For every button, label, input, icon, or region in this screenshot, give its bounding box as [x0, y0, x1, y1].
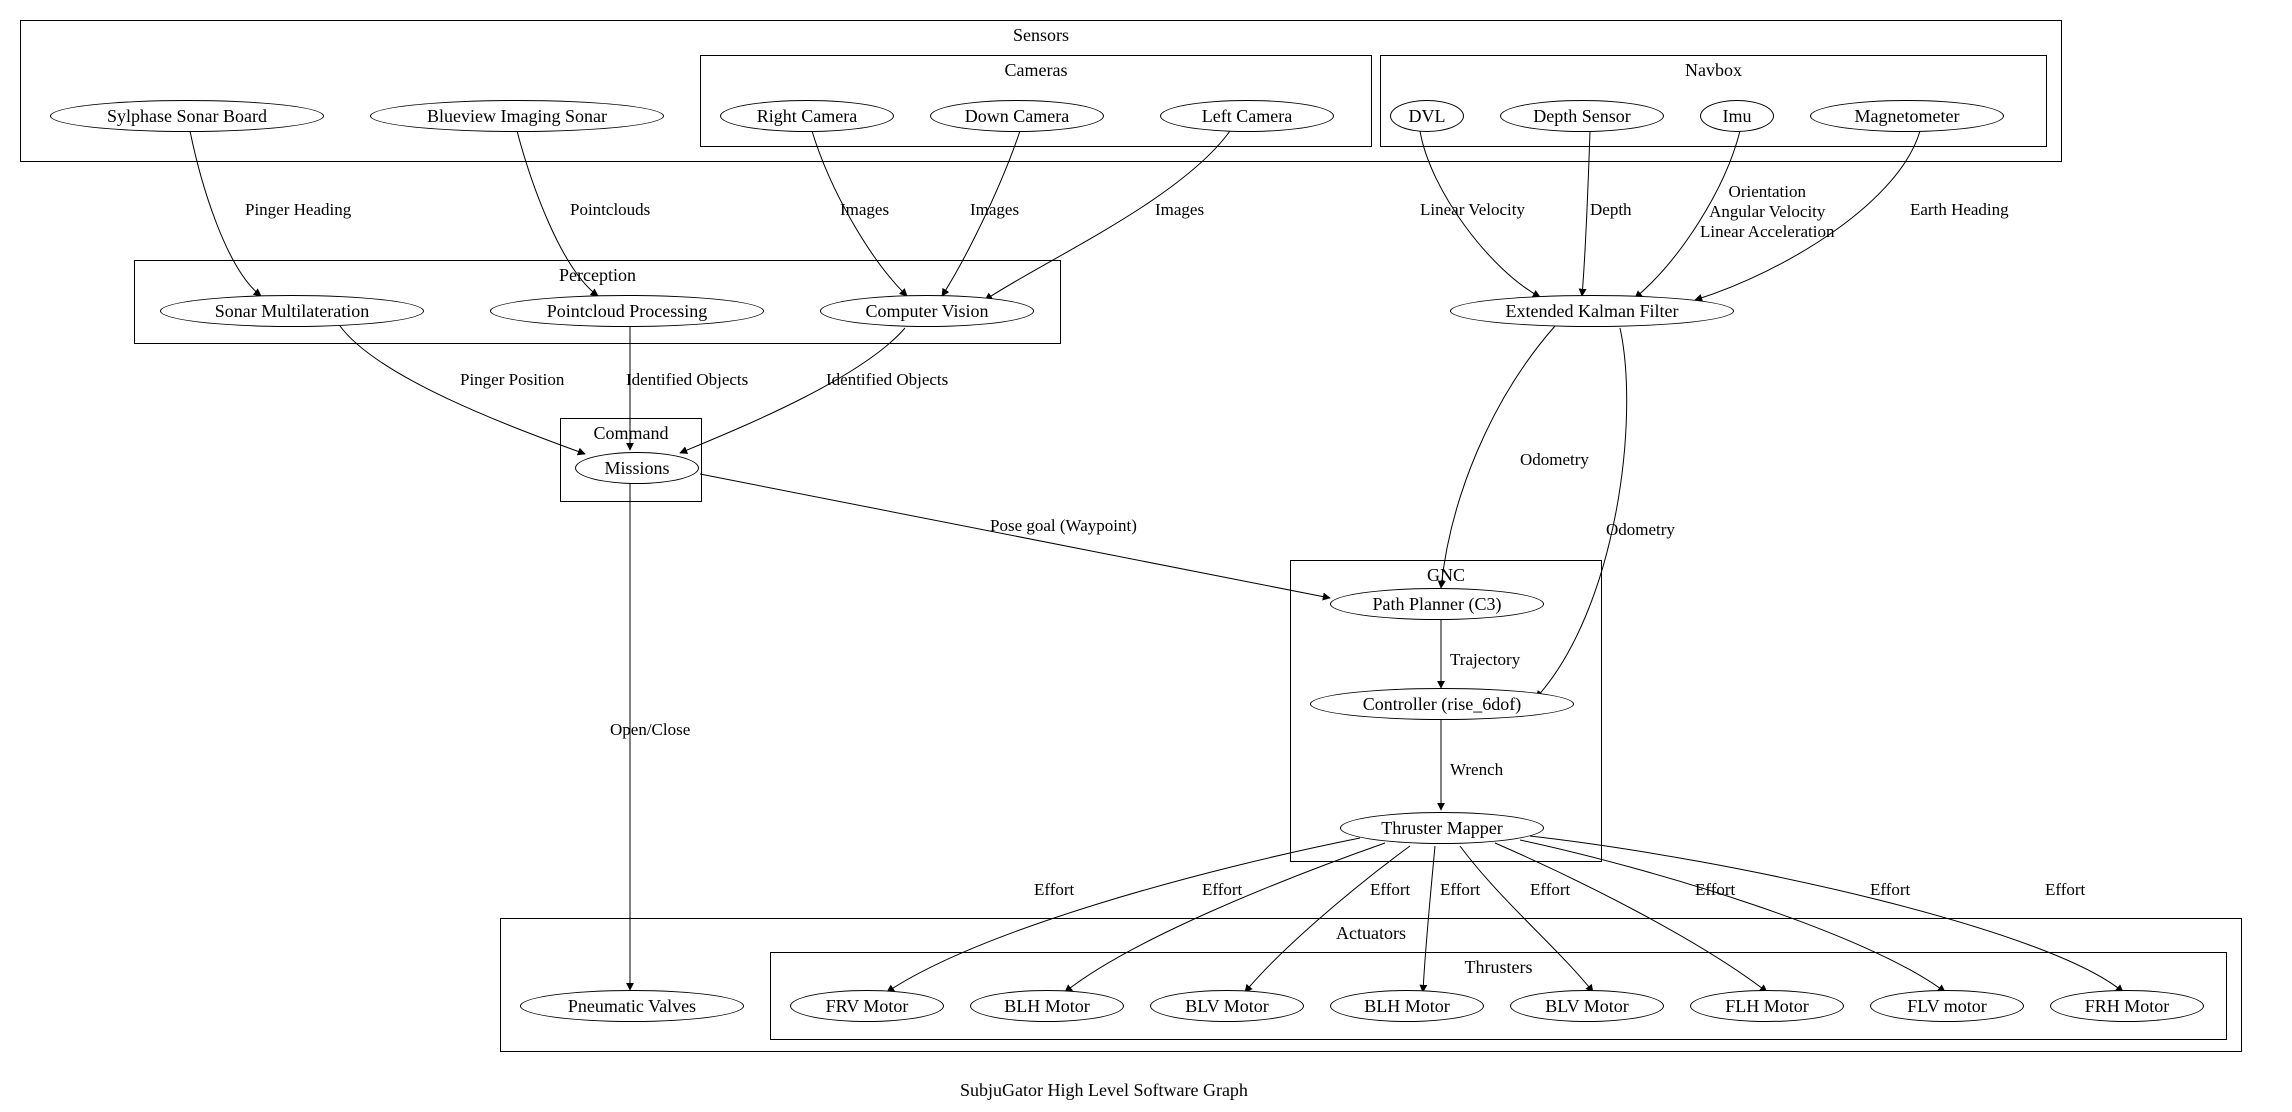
- node-th0: FRV Motor: [790, 990, 944, 1022]
- edge-label-odom1: Odometry: [1520, 450, 1589, 470]
- node-pvalves: Pneumatic Valves: [520, 990, 744, 1022]
- cluster-navbox-label: Navbox: [1685, 60, 1742, 81]
- node-missions: Missions: [575, 452, 699, 484]
- node-lcam: Left Camera: [1160, 100, 1334, 132]
- node-dvl: DVL: [1390, 100, 1464, 132]
- edge-label-ident2: Identified Objects: [826, 370, 948, 390]
- edge-label-images3: Images: [1155, 200, 1204, 220]
- node-th6: FLV motor: [1870, 990, 2024, 1022]
- edge-label-eff4: Effort: [1530, 880, 1570, 900]
- edge-label-imu: Orientation Angular Velocity Linear Acce…: [1700, 182, 1835, 242]
- cluster-gnc-label: GNC: [1427, 565, 1465, 586]
- edge-label-images1: Images: [840, 200, 889, 220]
- edge-label-posegoal: Pose goal (Waypoint): [990, 516, 1137, 536]
- edge-label-eff1: Effort: [1202, 880, 1242, 900]
- edge-missions-pp: [700, 474, 1330, 598]
- edge-cv-missions: [680, 328, 905, 453]
- cluster-cameras-label: Cameras: [1005, 60, 1068, 81]
- diagram-root: Sensors Cameras Navbox Perception Comman…: [0, 0, 2292, 1112]
- node-pcproc: Pointcloud Processing: [490, 295, 764, 327]
- edge-label-linvel: Linear Velocity: [1420, 200, 1525, 220]
- edge-label-traj: Trajectory: [1450, 650, 1520, 670]
- edge-label-wrench: Wrench: [1450, 760, 1503, 780]
- edge-sonarml-missions: [340, 326, 585, 454]
- edge-label-eff0: Effort: [1034, 880, 1074, 900]
- edge-label-eff5: Effort: [1695, 880, 1735, 900]
- node-th3: BLH Motor: [1330, 990, 1484, 1022]
- node-imu: Imu: [1700, 100, 1774, 132]
- node-rcam: Right Camera: [720, 100, 894, 132]
- edge-label-eff7: Effort: [2045, 880, 2085, 900]
- edge-label-eff2: Effort: [1370, 880, 1410, 900]
- diagram-caption: SubjuGator High Level Software Graph: [960, 1080, 1248, 1101]
- node-ctrl: Controller (rise_6dof): [1310, 688, 1574, 720]
- node-sylphase: Sylphase Sonar Board: [50, 100, 324, 132]
- node-cv: Computer Vision: [820, 295, 1034, 327]
- edge-label-odom2: Odometry: [1606, 520, 1675, 540]
- edge-label-pinger-pos: Pinger Position: [460, 370, 564, 390]
- node-depth: Depth Sensor: [1500, 100, 1664, 132]
- edge-label-pointclouds: Pointclouds: [570, 200, 650, 220]
- node-blueview: Blueview Imaging Sonar: [370, 100, 664, 132]
- node-sonarml: Sonar Multilateration: [160, 295, 424, 327]
- node-ekf: Extended Kalman Filter: [1450, 295, 1734, 327]
- edge-label-ident1: Identified Objects: [626, 370, 748, 390]
- node-mag: Magnetometer: [1810, 100, 2004, 132]
- node-dcam: Down Camera: [930, 100, 1104, 132]
- node-th1: BLH Motor: [970, 990, 1124, 1022]
- cluster-perception-label: Perception: [559, 265, 636, 286]
- edge-label-depth: Depth: [1590, 200, 1632, 220]
- node-th4: BLV Motor: [1510, 990, 1664, 1022]
- edge-label-openclose: Open/Close: [610, 720, 690, 740]
- cluster-actuators-label: Actuators: [1336, 923, 1406, 944]
- edge-label-eff6: Effort: [1870, 880, 1910, 900]
- node-tmap: Thruster Mapper: [1340, 812, 1544, 844]
- edge-label-pinger-heading: Pinger Heading: [245, 200, 351, 220]
- cluster-thrusters-label: Thrusters: [1465, 957, 1533, 978]
- cluster-command-label: Command: [594, 423, 669, 444]
- node-th7: FRH Motor: [2050, 990, 2204, 1022]
- node-th2: BLV Motor: [1150, 990, 1304, 1022]
- node-th5: FLH Motor: [1690, 990, 1844, 1022]
- edge-label-eff3: Effort: [1440, 880, 1480, 900]
- cluster-sensors-label: Sensors: [1013, 25, 1069, 46]
- node-pp: Path Planner (C3): [1330, 588, 1544, 620]
- edge-label-images2: Images: [970, 200, 1019, 220]
- edge-label-earth-heading: Earth Heading: [1910, 200, 2009, 220]
